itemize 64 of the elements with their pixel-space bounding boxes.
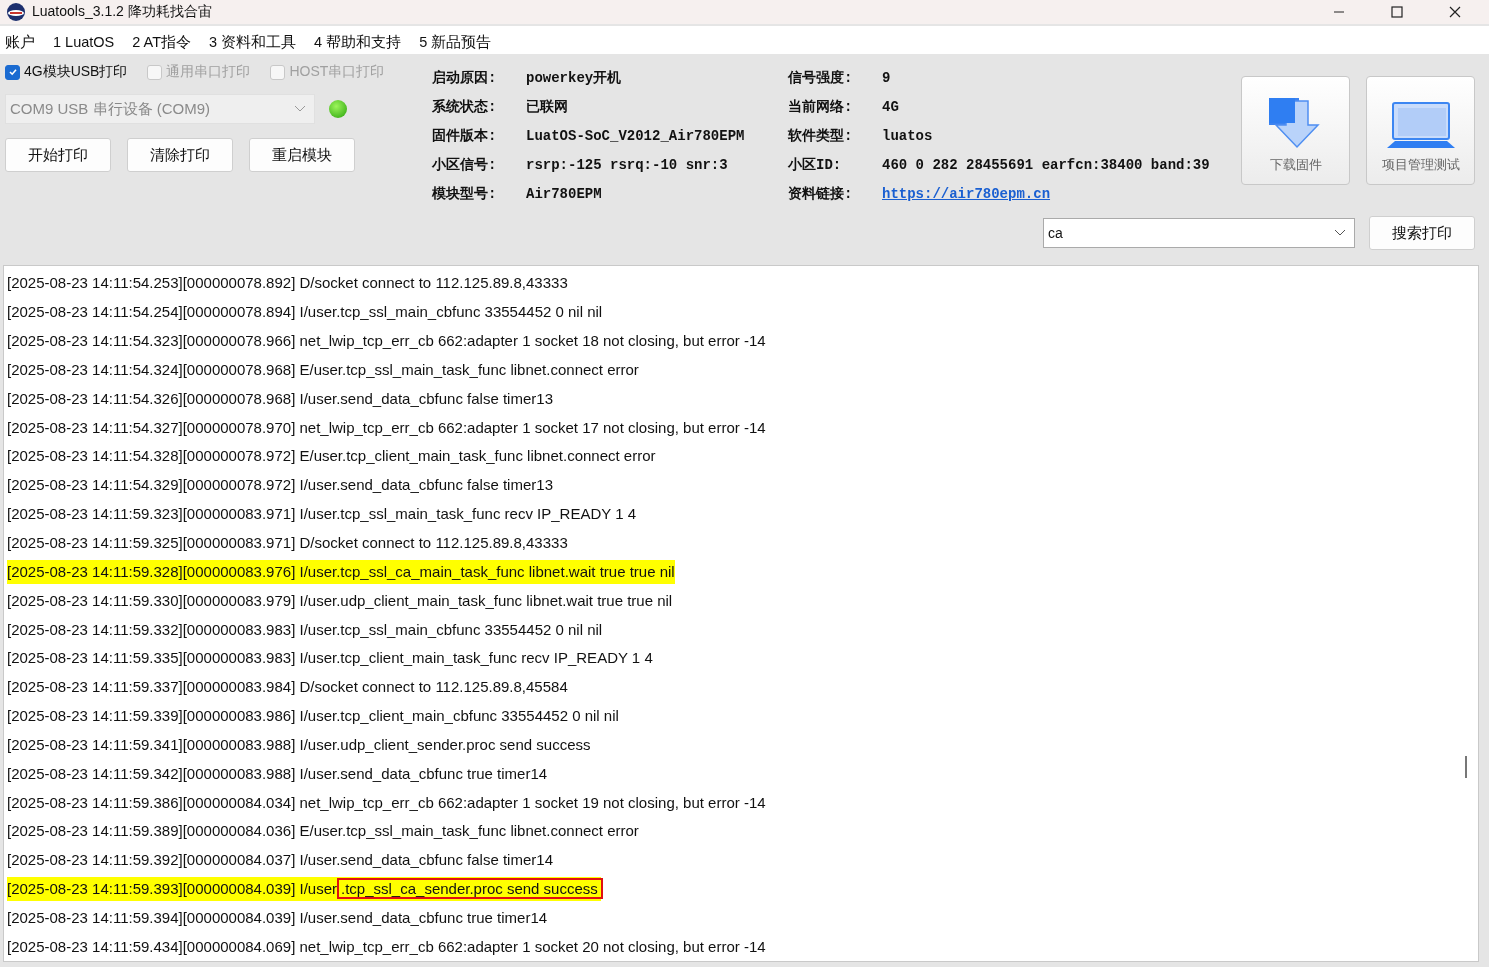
search-field[interactable]: ca — [1043, 218, 1355, 248]
scrollbar-thumb[interactable] — [1465, 756, 1467, 778]
project-test-button[interactable]: 项目管理测试 — [1366, 76, 1475, 185]
info-value: LuatOS-SoC_V2012_Air780EPM — [526, 127, 746, 146]
close-icon[interactable] — [1449, 6, 1461, 18]
log-line: [2025-08-23 14:11:54.329][000000078.972] I/user.send_data_cbfunc false timer13 — [7, 475, 553, 496]
log-line: [2025-08-23 14:11:54.324][000000078.968] E/user.tcp_ssl_main_task_func libnet.connect error — [7, 359, 639, 380]
info-label: 信号强度: — [788, 69, 854, 88]
app-logo-icon — [6, 2, 26, 22]
info-value: 已联网 — [526, 98, 569, 117]
log-line: [2025-08-23 14:11:59.339][000000083.986] I/user.tcp_client_main_cbfunc 33554452 0 nil nil — [7, 706, 619, 727]
info-link[interactable]: https://air780epm.cn — [882, 185, 1240, 204]
menu-item[interactable]: 账户 — [5, 32, 35, 52]
info-value: luatos — [882, 127, 934, 146]
checkmark-icon — [7, 67, 18, 77]
window-title: Luatools_3.1.2 降功耗找合宙 — [32, 3, 212, 21]
log-line: [2025-08-23 14:11:59.434][000000084.069] net_lwip_tcp_err_cb 662:adapter 1 socket 20 not closing, but error -14 — [7, 936, 766, 957]
log-line: [2025-08-23 14:11:54.326][000000078.968] I/user.send_data_cbfunc false timer13 — [7, 388, 553, 409]
info-value: Air780EPM — [526, 185, 603, 204]
menu-item[interactable]: 4 帮助和支持 — [314, 32, 402, 52]
menu-item[interactable]: 3 资料和工具 — [209, 32, 297, 52]
menu-item[interactable]: 1 LuatOS — [53, 34, 115, 50]
log-line: [2025-08-23 14:11:59.394][000000084.039] I/user.send_data_cbfunc true timer14 — [7, 908, 548, 928]
download-firmware-button[interactable]: 下载固件 — [1241, 76, 1350, 185]
info-label: 当前网络: — [788, 98, 854, 117]
log-line: [2025-08-23 14:11:54.327][000000078.970] net_lwip_tcp_err_cb 662:adapter 1 socket 17 not closing, but error -14 — [7, 417, 766, 438]
info-label: 固件版本: — [432, 127, 498, 146]
print-option-checkbox[interactable]: 4G模块USB打印 — [5, 63, 128, 81]
info-value: 460 0 282 28455691 earfcn:38400 band:39 — [882, 156, 1211, 175]
info-label: 软件类型: — [788, 127, 854, 146]
log-line: [2025-08-23 14:11:59.342][000000083.988] I/user.send_data_cbfunc true timer14 — [7, 763, 548, 784]
action-button[interactable]: 重启模块 — [249, 138, 355, 172]
log-line: [2025-08-23 14:11:59.341][000000083.988] I/user.udp_client_sender.proc send success — [7, 734, 591, 755]
info-label: 小区ID: — [788, 156, 843, 175]
log-line: [2025-08-23 14:11:54.323][000000078.966] net_lwip_tcp_err_cb 662:adapter 1 socket 18 not closing, but error -14 — [7, 331, 766, 352]
maximize-icon[interactable] — [1391, 6, 1403, 18]
log-line: [2025-08-23 14:11:59.389][000000084.036] E/user.tcp_ssl_main_task_func libnet.connect error — [7, 821, 639, 842]
menu-item[interactable]: 5 新品预告 — [419, 32, 492, 52]
action-button[interactable]: 清除打印 — [127, 138, 233, 172]
log-line: [2025-08-23 14:11:59.330][000000083.979] I/user.udp_client_main_task_func libnet.wait true true nil — [7, 590, 673, 611]
log-line: [2025-08-23 14:11:54.253][000000078.892] D/socket connect to 112.125.89.8,43333 — [7, 273, 568, 294]
info-label: 系统状态: — [432, 98, 498, 117]
chevron-down-icon — [294, 105, 306, 113]
log-line: [2025-08-23 14:11:54.328][000000078.972] E/user.tcp_client_main_task_func libnet.connect error — [7, 446, 656, 467]
info-label: 启动原因: — [432, 69, 498, 88]
info-label: 资料链接: — [788, 185, 854, 204]
log-line: [2025-08-23 14:11:59.386][000000084.034] net_lwip_tcp_err_cb 662:adapter 1 socket 19 not closing, but error -14 — [7, 792, 766, 813]
info-label: 模块型号: — [432, 185, 498, 204]
log-line: [2025-08-23 14:11:59.392][000000084.037] I/user.send_data_cbfunc false timer14 — [7, 850, 553, 871]
search-button[interactable]: 搜索打印 — [1369, 216, 1475, 250]
info-value: powerkey开机 — [526, 69, 623, 88]
chevron-down-icon[interactable] — [1334, 229, 1346, 237]
info-value: 9 — [882, 69, 892, 88]
action-button[interactable]: 开始打印 — [5, 138, 111, 172]
info-value: rsrp:-125 rsrq:-10 snr:3 — [526, 156, 729, 175]
log-line: [2025-08-23 14:11:59.325][000000083.971] D/socket connect to 112.125.89.8,43333 — [7, 533, 568, 553]
info-value: 4G — [882, 98, 900, 117]
info-label: 小区信号: — [432, 156, 498, 175]
log-line: [2025-08-23 14:11:59.337][000000083.984] D/socket connect to 112.125.89.8,45584 — [7, 677, 568, 698]
log-line: [2025-08-23 14:11:54.254][000000078.894] I/user.tcp_ssl_main_cbfunc 33554452 0 nil nil — [7, 302, 603, 323]
log-line: [2025-08-23 14:11:59.323][000000083.971] I/user.tcp_ssl_main_task_func recv IP_READY 1 4 — [7, 504, 637, 525]
menu-item[interactable]: 2 AT指令 — [132, 32, 191, 52]
log-line: [2025-08-23 14:11:59.335][000000083.983] I/user.tcp_client_main_task_func recv IP_READY 1 4 — [7, 648, 653, 669]
log-line: [2025-08-23 14:11:59.332][000000083.983] I/user.tcp_ssl_main_cbfunc 33554452 0 nil nil — [7, 619, 603, 640]
